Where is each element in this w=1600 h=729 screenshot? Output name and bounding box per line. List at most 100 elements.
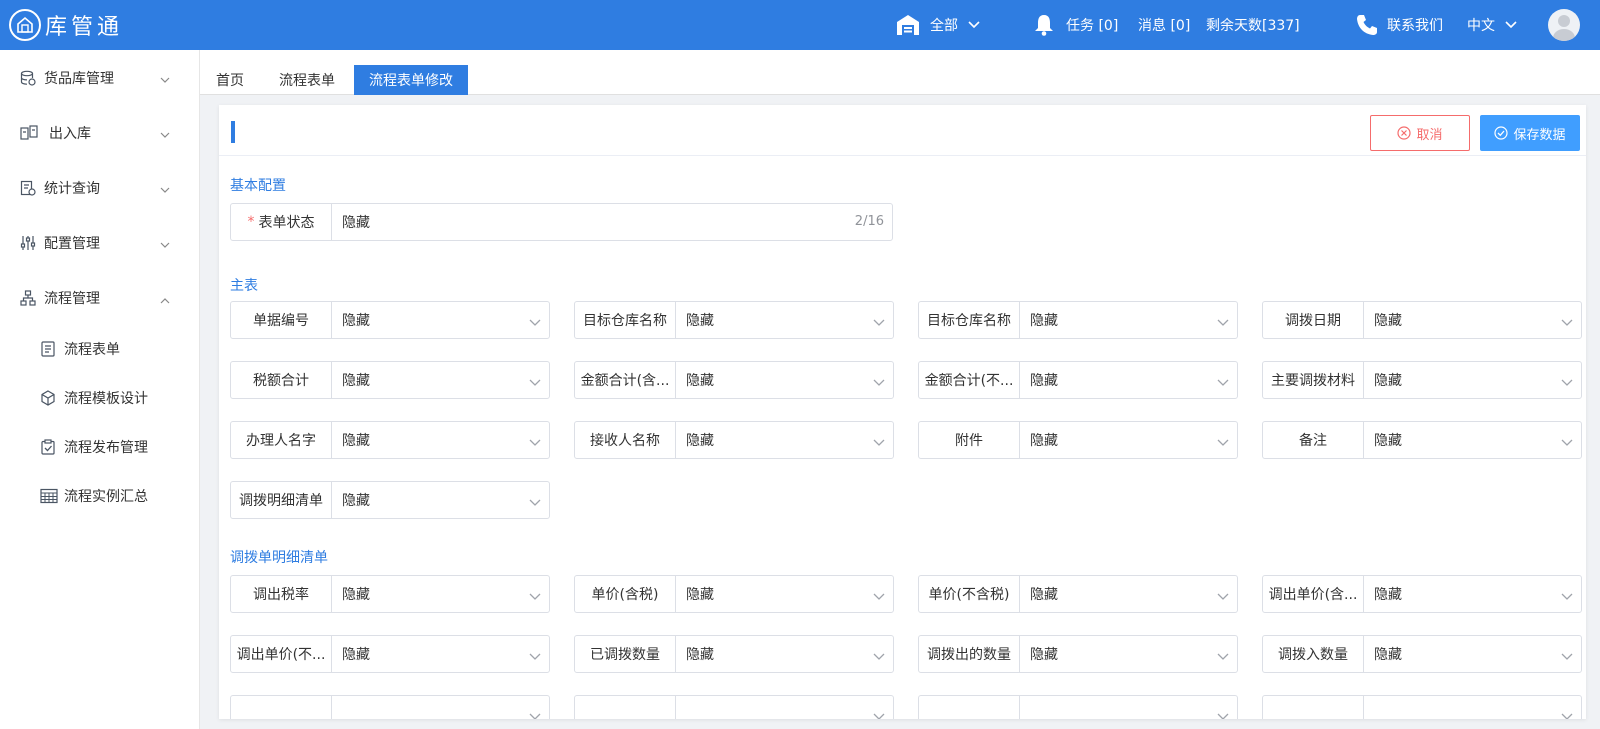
chevron-down-icon	[1217, 375, 1229, 391]
select-input[interactable]: 隐藏	[1020, 422, 1237, 458]
select-field: 调出单价(含... 隐藏	[1262, 575, 1582, 613]
warehouse-icon	[896, 14, 920, 36]
select-input[interactable]: 隐藏	[1364, 302, 1581, 338]
chevron-down-icon	[1217, 589, 1229, 605]
select-input[interactable]	[676, 696, 893, 719]
cancel-button[interactable]: 取消	[1370, 115, 1470, 151]
select-input[interactable]: 隐藏	[676, 422, 893, 458]
select-input[interactable]: 隐藏	[332, 362, 549, 398]
select-input[interactable]	[332, 696, 549, 719]
select-input[interactable]: 隐藏	[1020, 362, 1237, 398]
field-value: 隐藏	[1374, 647, 1402, 663]
select-input[interactable]: 隐藏	[332, 482, 549, 518]
scope-selector[interactable]: 全部	[896, 0, 980, 50]
select-input[interactable]: 隐藏	[1020, 576, 1237, 612]
chevron-down-icon	[1505, 21, 1517, 29]
select-input[interactable]: 隐藏	[676, 302, 893, 338]
sidebar-item-goods-library[interactable]: 货品库管理	[0, 58, 199, 98]
form-status-input[interactable]: 隐藏 2/16	[332, 204, 892, 240]
char-counter: 2/16	[854, 214, 884, 229]
field-label	[231, 696, 332, 719]
select-field: 已调拨数量 隐藏	[574, 635, 894, 673]
sidebar-item-flow-management[interactable]: 流程管理	[0, 278, 199, 318]
tab-flow-form[interactable]: 流程表单	[270, 65, 344, 95]
days-left-label: 剩余天数[337]	[1206, 18, 1300, 34]
select-input[interactable]: 隐藏	[1364, 362, 1581, 398]
select-input[interactable]: 隐藏	[676, 636, 893, 672]
app-logo[interactable]: 库管通	[9, 9, 123, 41]
contact-us-link[interactable]: 联系我们	[1387, 0, 1443, 50]
top-bar: 库管通 全部 任务 [0] 消息 [0] 剩余天数[337] 联系我们 中文	[0, 0, 1600, 50]
field-value: 隐藏	[342, 647, 370, 663]
select-input[interactable]: 隐藏	[332, 636, 549, 672]
select-input[interactable]: 隐藏	[676, 362, 893, 398]
tab-flow-form-edit[interactable]: 流程表单修改	[354, 65, 468, 95]
select-field: 单价(含税) 隐藏	[574, 575, 894, 613]
field-label: 调出单价(不...	[231, 636, 332, 672]
sidebar-item-flow-instances[interactable]: 流程实例汇总	[0, 476, 199, 516]
field-label: 接收人名称	[575, 422, 676, 458]
select-field: 接收人名称 隐藏	[574, 421, 894, 459]
select-field: 调拨日期 隐藏	[1262, 301, 1582, 339]
tasks-link[interactable]: 任务 [0]	[1066, 0, 1118, 50]
select-input[interactable]: 隐藏	[1364, 422, 1581, 458]
chevron-down-icon	[1561, 435, 1573, 451]
cube-icon	[40, 390, 56, 406]
select-field	[574, 695, 894, 719]
select-field: 税额合计 隐藏	[230, 361, 550, 399]
select-field: 主要调拨材料 隐藏	[1262, 361, 1582, 399]
report-icon	[20, 180, 36, 196]
sidebar-item-in-out[interactable]: 出入库	[0, 113, 199, 153]
chevron-down-icon	[1561, 589, 1573, 605]
select-field: 目标仓库名称 隐藏	[918, 301, 1238, 339]
app-title: 库管通	[45, 15, 124, 40]
document-icon	[40, 341, 56, 357]
select-input[interactable]: 隐藏	[332, 576, 549, 612]
select-input[interactable]: 隐藏	[1364, 636, 1581, 672]
field-label: 附件	[919, 422, 1020, 458]
field-value: 隐藏	[686, 373, 714, 389]
field-value: 隐藏	[342, 313, 370, 329]
user-avatar[interactable]	[1548, 9, 1580, 41]
chevron-down-icon	[1561, 315, 1573, 331]
field-value: 隐藏	[1030, 587, 1058, 603]
sidebar-item-config[interactable]: 配置管理	[0, 223, 199, 263]
field-label: 调拨出的数量	[919, 636, 1020, 672]
chevron-down-icon	[529, 709, 541, 719]
select-field: 金额合计(含... 隐藏	[574, 361, 894, 399]
tab-home[interactable]: 首页	[205, 65, 255, 95]
select-field: 金额合计(不... 隐藏	[918, 361, 1238, 399]
messages-link[interactable]: 消息 [0]	[1138, 0, 1190, 50]
field-value: 隐藏	[342, 215, 370, 231]
language-selector[interactable]: 中文	[1467, 0, 1517, 50]
field-label: 金额合计(不...	[919, 362, 1020, 398]
select-field: 调拨明细清单 隐藏	[230, 481, 550, 519]
chevron-down-icon	[873, 649, 885, 665]
chevron-down-icon	[873, 435, 885, 451]
sidebar-item-statistics[interactable]: 统计查询	[0, 168, 199, 208]
select-input[interactable]: 隐藏	[1020, 302, 1237, 338]
select-input[interactable]	[1020, 696, 1237, 719]
field-value: 隐藏	[1030, 313, 1058, 329]
save-button[interactable]: 保存数据	[1480, 115, 1580, 151]
select-input[interactable]: 隐藏	[332, 422, 549, 458]
chevron-down-icon	[1561, 375, 1573, 391]
select-input[interactable]: 隐藏	[332, 302, 549, 338]
select-input[interactable]: 隐藏	[1364, 576, 1581, 612]
field-value: 隐藏	[342, 493, 370, 509]
bell-icon[interactable]	[1034, 0, 1054, 50]
sidebar-item-flow-template[interactable]: 流程模板设计	[0, 378, 199, 418]
select-input[interactable]	[1364, 696, 1581, 719]
field-label: 目标仓库名称	[919, 302, 1020, 338]
field-label	[919, 696, 1020, 719]
required-mark: *	[247, 214, 255, 230]
select-input[interactable]: 隐藏	[1020, 636, 1237, 672]
select-input[interactable]: 隐藏	[676, 576, 893, 612]
field-value: 隐藏	[342, 587, 370, 603]
phone-icon[interactable]	[1356, 0, 1378, 50]
sidebar-item-flow-form[interactable]: 流程表单	[0, 329, 199, 369]
field-value: 隐藏	[686, 313, 714, 329]
sidebar-item-flow-publish[interactable]: 流程发布管理	[0, 427, 199, 467]
field-label: 已调拨数量	[575, 636, 676, 672]
language-label: 中文	[1467, 18, 1495, 34]
